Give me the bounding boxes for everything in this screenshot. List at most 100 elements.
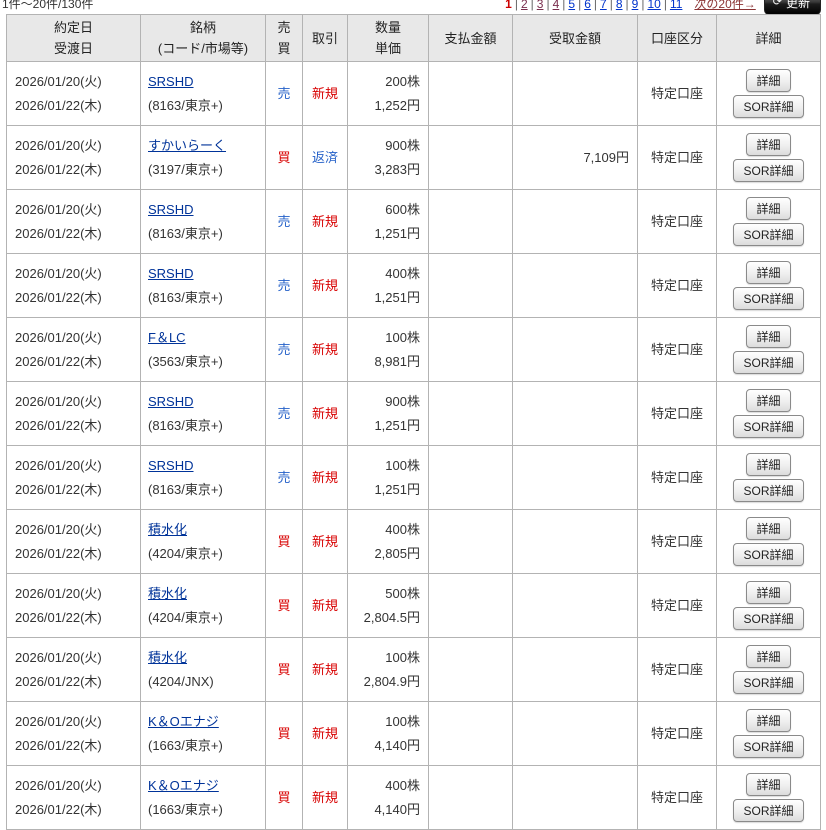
sor-detail-button[interactable]: SOR詳細	[733, 415, 804, 438]
unit-price: 1,251円	[374, 417, 420, 433]
side-cell: 売	[265, 253, 303, 318]
pagination-page-link[interactable]: 6	[584, 0, 591, 11]
payment-amount	[428, 445, 513, 510]
stock-name-link[interactable]: 積水化	[148, 518, 264, 542]
settlement-date: 2026/01/22(木)	[15, 801, 102, 817]
header-side: 売 買	[265, 14, 303, 62]
detail-button[interactable]: 詳細	[746, 389, 791, 412]
stock-cell: SRSHD (8163/東京+)	[140, 445, 266, 510]
receipt-amount	[512, 637, 638, 702]
table-row: 2026/01/20(火) 2026/01/22(木) K＆Oエナジ (1663…	[6, 701, 821, 766]
trade-type-cell: 新規	[302, 509, 348, 574]
pagination-separator: |	[514, 0, 518, 11]
account-type: 特定口座	[637, 125, 717, 190]
detail-button[interactable]: 詳細	[746, 261, 791, 284]
account-type: 特定口座	[637, 701, 717, 766]
stock-cell: 積水化 (4204/東京+)	[140, 573, 266, 638]
table-row: 2026/01/20(火) 2026/01/22(木) SRSHD (8163/…	[6, 189, 821, 254]
sor-detail-button[interactable]: SOR詳細	[733, 95, 804, 118]
sor-detail-button[interactable]: SOR詳細	[733, 159, 804, 182]
trade-date: 2026/01/20(火)	[15, 649, 102, 665]
trade-value: 新規	[311, 213, 338, 229]
quantity: 100株	[385, 329, 420, 345]
sor-detail-button[interactable]: SOR詳細	[733, 671, 804, 694]
side-cell: 売	[265, 381, 303, 446]
detail-button[interactable]: 詳細	[746, 453, 791, 476]
settlement-date: 2026/01/22(木)	[15, 353, 102, 369]
trade-date: 2026/01/20(火)	[15, 137, 102, 153]
pagination-page-link[interactable]: 5	[568, 0, 575, 11]
detail-button[interactable]: 詳細	[746, 69, 791, 92]
detail-button[interactable]: 詳細	[746, 645, 791, 668]
pagination-page-link[interactable]: 9	[632, 0, 639, 11]
trade-type-cell: 新規	[302, 701, 348, 766]
trade-type-cell: 新規	[302, 189, 348, 254]
pagination-page-link[interactable]: 8	[616, 0, 623, 11]
pagination-page-link[interactable]: 11	[670, 0, 682, 11]
pagination-page-link[interactable]: 2	[521, 0, 528, 11]
trade-date: 2026/01/20(火)	[15, 777, 102, 793]
sor-detail-button[interactable]: SOR詳細	[733, 479, 804, 502]
detail-button[interactable]: 詳細	[746, 517, 791, 540]
stock-name-link[interactable]: SRSHD	[148, 198, 264, 222]
stock-name-link[interactable]: SRSHD	[148, 390, 264, 414]
detail-button[interactable]: 詳細	[746, 773, 791, 796]
stock-name-link[interactable]: F＆LC	[148, 326, 264, 350]
detail-button[interactable]: 詳細	[746, 133, 791, 156]
detail-button[interactable]: 詳細	[746, 581, 791, 604]
pagination-page-link[interactable]: 10	[647, 0, 660, 11]
stock-name-link[interactable]: すかいらーく	[148, 134, 264, 158]
detail-cell: 詳細 SOR詳細	[716, 637, 821, 702]
detail-cell: 詳細 SOR詳細	[716, 189, 821, 254]
stock-name-link[interactable]: K＆Oエナジ	[148, 774, 264, 798]
detail-button[interactable]: 詳細	[746, 197, 791, 220]
trade-type-cell: 新規	[302, 317, 348, 382]
trade-value: 新規	[311, 661, 338, 677]
detail-cell: 詳細 SOR詳細	[716, 445, 821, 510]
receipt-amount	[512, 765, 638, 830]
sor-detail-button[interactable]: SOR詳細	[733, 607, 804, 630]
stock-name-link[interactable]: SRSHD	[148, 454, 264, 478]
qty-price-cell: 100株 4,140円	[347, 701, 429, 766]
pagination-pages: | 2 | 3 | 4 | 5 | 6 | 7 | 8 | 9 | 10 | 11	[514, 0, 685, 14]
side-value: 売	[277, 405, 291, 421]
detail-button[interactable]: 詳細	[746, 325, 791, 348]
trade-dates: 2026/01/20(火) 2026/01/22(木)	[6, 61, 141, 126]
trade-dates: 2026/01/20(火) 2026/01/22(木)	[6, 637, 141, 702]
stock-name-link[interactable]: SRSHD	[148, 262, 264, 286]
stock-cell: K＆Oエナジ (1663/東京+)	[140, 765, 266, 830]
payment-amount	[428, 253, 513, 318]
trade-date: 2026/01/20(火)	[15, 393, 102, 409]
sor-detail-button[interactable]: SOR詳細	[733, 287, 804, 310]
pagination-separator: |	[625, 0, 629, 11]
stock-cell: 積水化 (4204/JNX)	[140, 637, 266, 702]
stock-name-link[interactable]: K＆Oエナジ	[148, 710, 264, 734]
update-button[interactable]: ⟳ 更新	[763, 0, 821, 14]
stock-cell: K＆Oエナジ (1663/東京+)	[140, 701, 266, 766]
header-stock: 銘柄 (コード/市場等)	[140, 14, 266, 62]
sor-detail-button[interactable]: SOR詳細	[733, 223, 804, 246]
sor-detail-button[interactable]: SOR詳細	[733, 543, 804, 566]
stock-name-link[interactable]: 積水化	[148, 646, 264, 670]
pagination-separator: |	[609, 0, 613, 11]
trade-type-cell: 新規	[302, 61, 348, 126]
trade-date: 2026/01/20(火)	[15, 73, 102, 89]
unit-price: 1,251円	[374, 481, 420, 497]
account-type: 特定口座	[637, 317, 717, 382]
header-receipt: 受取金額	[512, 14, 638, 62]
trade-type-cell: 新規	[302, 573, 348, 638]
stock-name-link[interactable]: 積水化	[148, 582, 264, 606]
stock-name-link[interactable]: SRSHD	[148, 70, 264, 94]
pagination-page-link[interactable]: 7	[600, 0, 607, 11]
pagination-next-link[interactable]: 次の20件→	[694, 0, 755, 14]
settlement-date: 2026/01/22(木)	[15, 417, 102, 433]
sor-detail-button[interactable]: SOR詳細	[733, 799, 804, 822]
pagination-separator: |	[593, 0, 598, 11]
trade-dates: 2026/01/20(火) 2026/01/22(木)	[6, 573, 141, 638]
detail-button[interactable]: 詳細	[746, 709, 791, 732]
pagination-page-link[interactable]: 3	[537, 0, 544, 11]
sor-detail-button[interactable]: SOR詳細	[733, 735, 804, 758]
stock-code: (4204/東京+)	[148, 609, 223, 625]
sor-detail-button[interactable]: SOR詳細	[733, 351, 804, 374]
pagination-page-link[interactable]: 4	[553, 0, 560, 11]
